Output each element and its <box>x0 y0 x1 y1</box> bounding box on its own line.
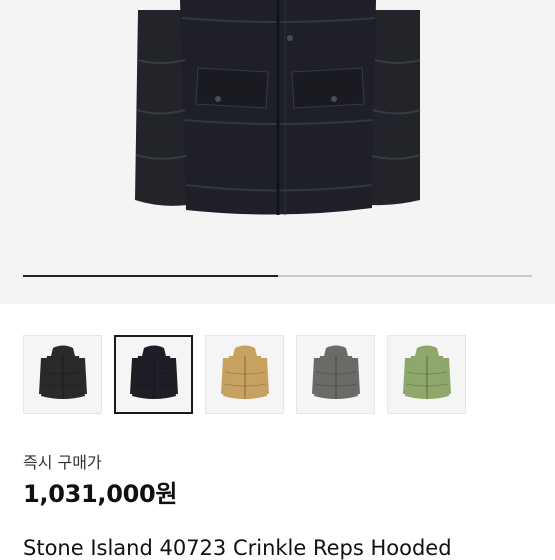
gallery-progress-fill <box>23 275 278 277</box>
price-label: 즉시 구매가 <box>23 453 102 472</box>
jacket-thumb-icon <box>129 345 178 399</box>
thumbnail-olive-green[interactable] <box>387 335 466 414</box>
product-image[interactable] <box>0 0 555 304</box>
jacket-thumb-icon <box>402 345 451 399</box>
price-value: 1,031,000원 <box>23 480 178 508</box>
thumbnail-strip <box>23 335 466 414</box>
jacket-illustration <box>135 0 421 215</box>
product-title: Stone Island 40723 Crinkle Reps Hooded <box>23 536 452 560</box>
jacket-thumb-icon <box>311 345 360 399</box>
thumbnail-grey[interactable] <box>296 335 375 414</box>
jacket-thumb-icon <box>220 345 269 399</box>
thumbnail-tan[interactable] <box>205 335 284 414</box>
gallery-progress-bar <box>23 275 532 277</box>
thumbnail-navy-black[interactable] <box>114 335 193 414</box>
jacket-thumb-icon <box>38 345 87 399</box>
thumbnail-black[interactable] <box>23 335 102 414</box>
